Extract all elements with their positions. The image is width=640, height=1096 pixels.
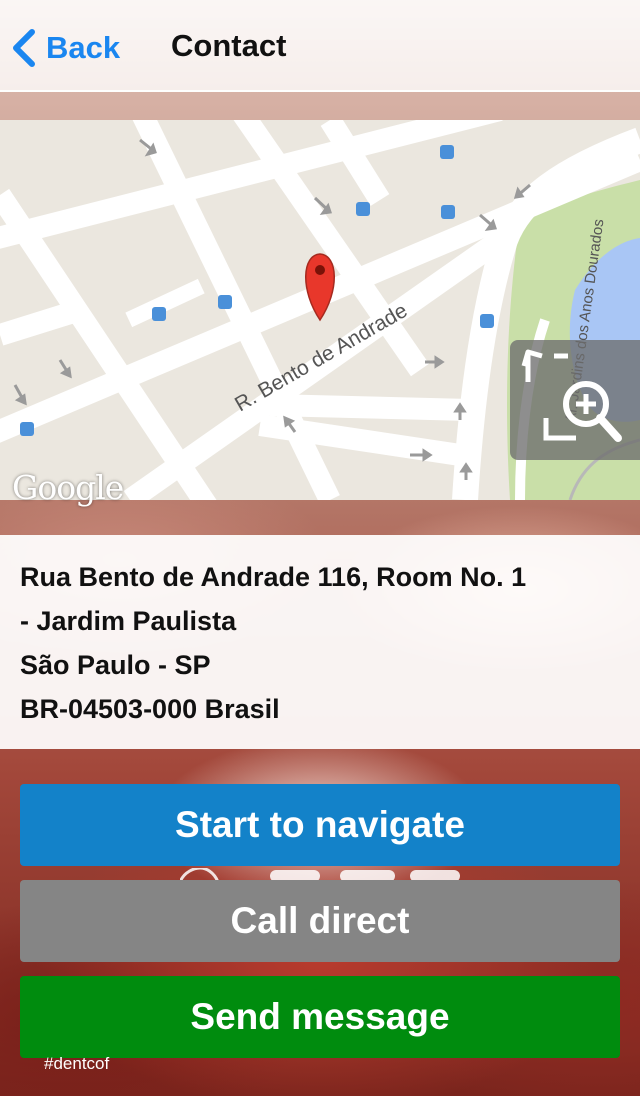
send-message-button[interactable]: Send message — [20, 976, 620, 1058]
expand-map-button[interactable] — [510, 340, 640, 460]
back-label: Back — [46, 30, 121, 65]
address-line-3: São Paulo - SP — [20, 650, 211, 680]
address-line-1: Rua Bento de Andrade 116, Room No. 1 — [20, 562, 527, 592]
navigation-bar: Back Contact — [0, 0, 640, 92]
address-line-4: BR-04503-000 Brasil — [20, 694, 280, 724]
page-title: Contact — [171, 28, 287, 63]
address-panel: Rua Bento de Andrade 116, Room No. 1 - J… — [0, 535, 640, 749]
hashtag-text: #dentcof — [44, 1054, 110, 1073]
start-navigate-button[interactable]: Start to navigate — [20, 784, 620, 866]
map-view[interactable]: R. Bento de Andrade Al. Jardins dos Anos… — [0, 120, 640, 500]
chevron-left-icon — [13, 29, 35, 67]
google-attribution: Google — [12, 468, 124, 507]
expand-zoom-icon — [521, 349, 622, 442]
back-button[interactable]: Back — [10, 24, 120, 72]
call-direct-button[interactable]: Call direct — [20, 880, 620, 962]
address-line-2: - Jardim Paulista — [20, 606, 237, 636]
